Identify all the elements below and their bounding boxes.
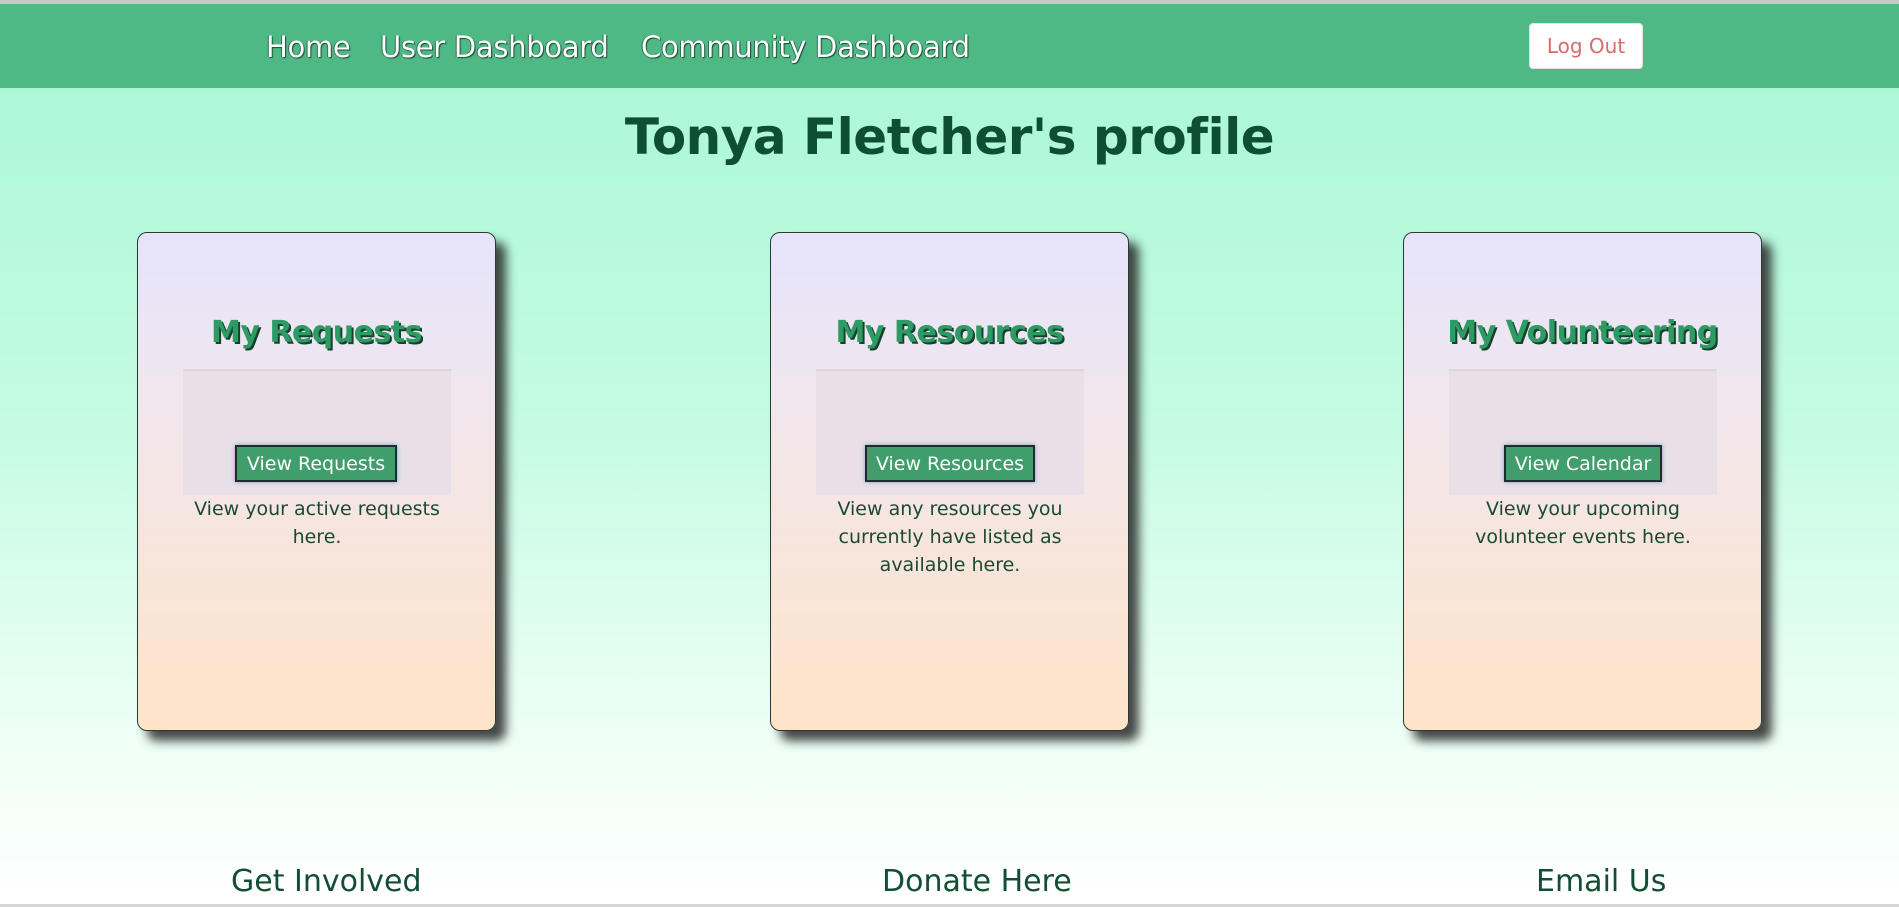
card-my-requests: My Requests View Requests View your acti… bbox=[137, 232, 496, 731]
nav-link-home[interactable]: Home bbox=[266, 30, 351, 64]
logout-button[interactable]: Log Out bbox=[1529, 23, 1643, 69]
view-calendar-button[interactable]: View Calendar bbox=[1504, 445, 1662, 482]
nav-link-user-dashboard[interactable]: User Dashboard bbox=[380, 30, 609, 64]
card-title: My Resources bbox=[835, 315, 1064, 350]
card-my-resources: My Resources View Resources View any res… bbox=[770, 232, 1129, 731]
card-title: My Requests bbox=[210, 315, 423, 350]
card-description: View your active requests here. bbox=[194, 498, 440, 548]
card-description: View your upcoming volunteer events here… bbox=[1475, 498, 1691, 548]
footer-link-get-involved[interactable]: Get Involved bbox=[231, 864, 422, 899]
view-requests-button[interactable]: View Requests bbox=[235, 445, 397, 482]
card-my-volunteering: My Volunteering View Calendar View your … bbox=[1403, 232, 1762, 731]
navbar: Home User Dashboard Community Dashboard … bbox=[0, 4, 1899, 88]
footer-link-donate-here[interactable]: Donate Here bbox=[882, 864, 1072, 899]
view-resources-button[interactable]: View Resources bbox=[865, 445, 1035, 482]
card-title: My Volunteering bbox=[1447, 315, 1718, 350]
footer-link-email-us[interactable]: Email Us bbox=[1536, 864, 1666, 899]
nav-link-community-dashboard[interactable]: Community Dashboard bbox=[641, 30, 970, 64]
card-description: View any resources you currently have li… bbox=[837, 498, 1063, 576]
page-title: Tonya Fletcher's profile bbox=[624, 108, 1275, 166]
